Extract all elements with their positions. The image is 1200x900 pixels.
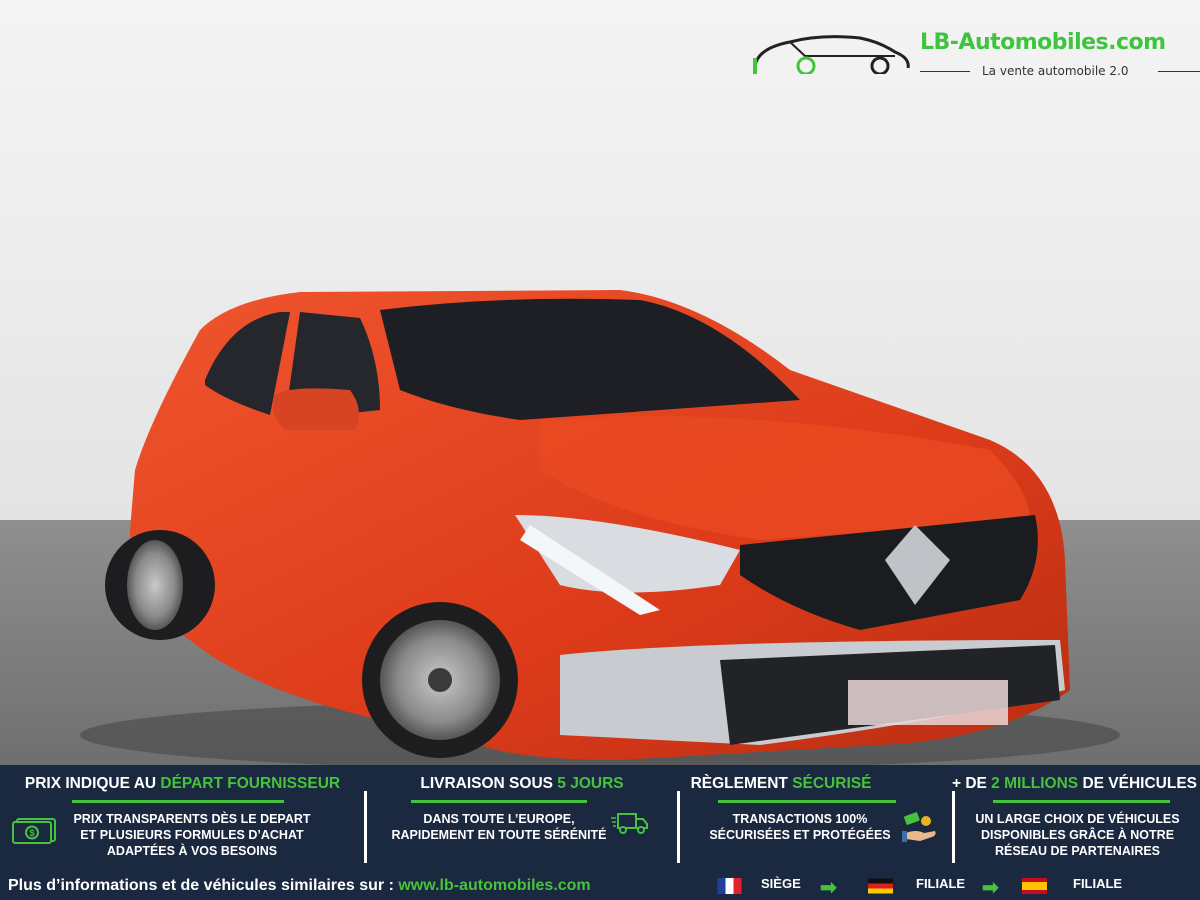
panel-prix-rule [72,800,284,803]
germany-flag-icon [868,878,893,894]
website-link[interactable]: www.lb-automobiles.com [398,877,590,894]
money-icon: $ [12,818,56,844]
footer-text: Plus d’informations et de véhicules simi… [8,877,591,894]
arrow-right-icon: ➡ [820,877,837,899]
car-photo [0,0,1200,765]
arrow-right-icon: ➡ [982,877,999,899]
panel-livraison-title: LIVRAISON SOUS 5 JOURS [420,775,624,792]
panel-vehicules-title: + DE 2 MILLIONS DE VÉHICULES [951,775,1198,792]
panel-reglement-title: RÈGLEMENT SÉCURISÉ [690,775,872,792]
panel-livraison-rule [411,800,587,803]
spain-flag-icon [1022,878,1047,894]
location-label: SIÈGE [761,876,801,891]
location-label: FILIALE [1073,876,1123,891]
panel-livraison-body: DANS TOUTE L’EUROPE, RAPIDEMENT EN TOUTE… [391,812,607,842]
payment-hand-icon [902,812,936,842]
panel-livraison: LIVRAISON SOUS 5 JOURS DANS TOUTE L’EURO… [367,765,677,870]
panel-prix-title: PRIX INDIQUE AU DÉPART FOURNISSEUR [24,775,341,792]
panel-vehicules-rule [993,800,1170,803]
panel-reglement: RÈGLEMENT SÉCURISÉ TRANSACTIONS 100% SÉC… [680,765,952,870]
brand-name: LB-Automobiles.com [920,30,1166,55]
panel-vehicules: + DE 2 MILLIONS DE VÉHICULES UN LARGE CH… [952,765,1200,870]
panel-reglement-body: TRANSACTIONS 100% SÉCURISÉES ET PROTÉGÉE… [709,812,891,842]
info-banner: PRIX INDIQUE AU DÉPART FOURNISSEUR $ PRI… [0,765,1200,900]
panel-vehicules-body: UN LARGE CHOIX DE VÉHICULES DISPONIBLES … [975,812,1180,858]
location-label: FILIALE [916,876,966,891]
france-flag-icon [717,878,742,894]
svg-text:$: $ [29,828,34,838]
delivery-truck-icon [611,813,648,834]
footer: Plus d’informations et de véhicules simi… [0,873,1200,900]
car-logo-icon [753,35,910,74]
brand-tagline: La vente automobile 2.0 [982,64,1129,78]
tagline-rule-left [920,71,970,72]
panel-reglement-rule [718,800,896,803]
brand-logo[interactable]: LB-Automobiles.com La vente automobile 2… [750,24,1200,84]
panel-prix: PRIX INDIQUE AU DÉPART FOURNISSEUR $ PRI… [0,765,365,870]
car-illustration [0,0,1200,765]
panel-prix-body: PRIX TRANSPARENTS DÈS LE DEPART ET PLUSI… [73,812,311,858]
tagline-rule-right [1158,71,1200,72]
